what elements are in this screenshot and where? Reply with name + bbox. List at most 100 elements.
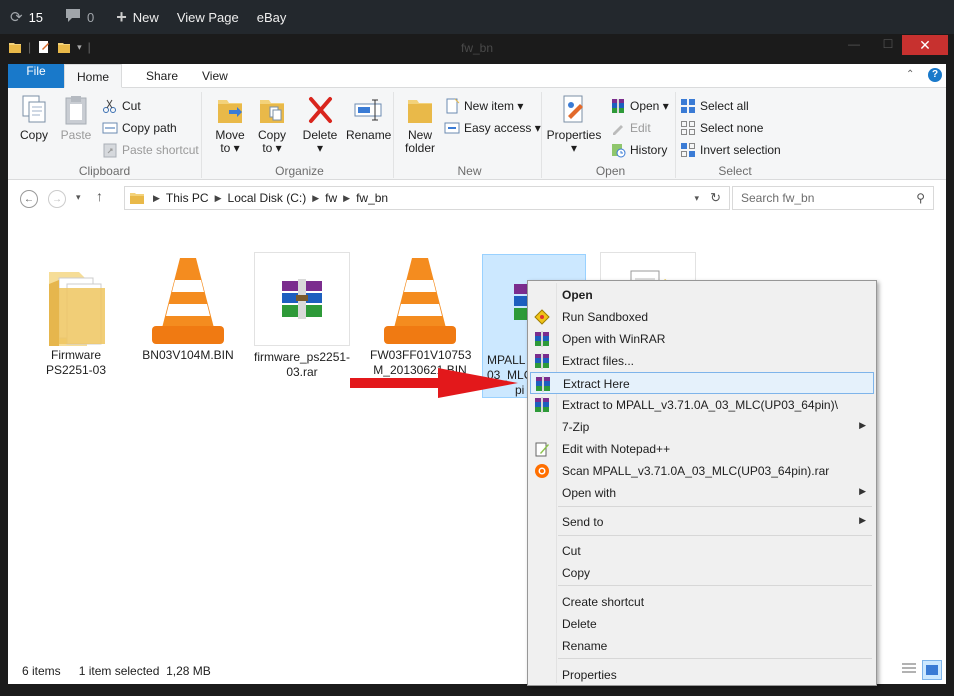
menu-item-label: Properties xyxy=(562,668,617,682)
new-group-label: New xyxy=(457,164,482,178)
menu-item-scan-mpall-v3-71-0a-03-mlc-up0[interactable]: Scan MPALL_v3.71.0A_03_MLC(UP03_64pin).r… xyxy=(530,460,874,482)
move-to-button[interactable]: Move to ▾ xyxy=(208,94,252,155)
menu-item-edit-with-notepad[interactable]: Edit with Notepad++ xyxy=(530,438,874,460)
history-button[interactable]: History xyxy=(610,140,667,160)
edit-button[interactable]: Edit xyxy=(610,118,651,138)
notepadpp-icon xyxy=(534,441,550,457)
menu-item-run-sandboxed[interactable]: Run Sandboxed xyxy=(530,306,874,328)
admin-bar: ⟳ 15 0 + New View Page eBay xyxy=(0,0,954,34)
menu-item-extract-files[interactable]: Extract files... xyxy=(530,350,874,372)
menu-item-label: Send to xyxy=(562,515,604,529)
delete-button[interactable]: Delete ▾ xyxy=(298,94,342,155)
cut-button[interactable]: Cut xyxy=(102,96,141,116)
file-name: Firmware xyxy=(51,348,101,362)
menu-item-create-shortcut[interactable]: Create shortcut xyxy=(530,591,874,613)
file-item[interactable]: firmware_ps2251- 03.rar xyxy=(254,252,350,382)
tab-file[interactable]: File xyxy=(8,64,64,88)
paste-shortcut-button[interactable]: Paste shortcut xyxy=(102,140,199,160)
submenu-arrow-icon: ▶ xyxy=(859,420,866,430)
new-folder-icon xyxy=(408,100,432,123)
winrar-icon xyxy=(535,376,551,392)
properties-icon xyxy=(563,95,583,123)
maximize-button[interactable]: ☐ xyxy=(876,34,900,54)
breadcrumb-this-pc[interactable]: This PC xyxy=(166,191,209,205)
chevron-right-icon[interactable]: ▶ xyxy=(153,193,160,204)
forward-button[interactable]: → xyxy=(48,190,66,208)
menu-item-rename[interactable]: Rename xyxy=(530,635,874,657)
updates-button[interactable]: ⟳ 15 xyxy=(10,8,43,26)
menu-item-delete[interactable]: Delete xyxy=(530,613,874,635)
up-button[interactable]: ↑ xyxy=(96,188,103,204)
menu-item-properties[interactable]: Properties xyxy=(530,664,874,686)
breadcrumb-local-disk[interactable]: Local Disk (C:) xyxy=(228,191,307,205)
folder-icon xyxy=(49,272,105,346)
vlc-icon xyxy=(384,258,456,344)
new-content-button[interactable]: + New xyxy=(116,7,159,28)
recent-locations-icon[interactable]: ▾ xyxy=(76,192,81,203)
help-icon[interactable]: ? xyxy=(928,68,942,82)
view-page-label: View Page xyxy=(176,9,239,25)
copy-path-button[interactable]: Copy path xyxy=(102,118,177,138)
breadcrumb-fw-bn[interactable]: fw_bn xyxy=(356,191,388,205)
easy-access-button[interactable]: Easy access ▾ xyxy=(444,118,541,138)
menu-item-label: Run Sandboxed xyxy=(562,310,649,324)
view-page-link[interactable]: View Page xyxy=(177,10,239,25)
file-item[interactable]: Firmware PS2251-03 xyxy=(28,252,124,382)
tab-view[interactable]: View xyxy=(192,64,238,88)
status-bar: 6 items 1 item selected 1,28 MB xyxy=(22,664,211,678)
rename-button[interactable]: Rename xyxy=(346,94,391,142)
address-bar[interactable]: ▶ This PC ▶ Local Disk (C:) ▶ fw ▶ fw_bn… xyxy=(124,186,730,210)
menu-item-cut[interactable]: Cut xyxy=(530,540,874,562)
menu-item-extract-here[interactable]: Extract Here xyxy=(530,372,874,394)
open-button[interactable]: Open ▾ xyxy=(610,96,669,116)
chevron-right-icon[interactable]: ▶ xyxy=(312,193,319,204)
paste-button[interactable]: Paste xyxy=(54,94,98,142)
menu-item-7-zip[interactable]: 7-Zip ▶ xyxy=(530,416,874,438)
search-input[interactable]: Search fw_bn ⚲ xyxy=(732,186,934,210)
minimize-button[interactable]: — xyxy=(842,34,866,54)
plus-icon: + xyxy=(116,6,127,27)
copy-to-button[interactable]: Copy to ▾ xyxy=(250,94,294,155)
details-view-icon[interactable] xyxy=(900,660,918,678)
back-button[interactable]: ← xyxy=(20,190,38,208)
breadcrumb-fw[interactable]: fw xyxy=(325,191,337,205)
chevron-right-icon[interactable]: ▶ xyxy=(343,193,350,204)
properties-button[interactable]: Properties ▾ xyxy=(546,94,602,155)
window-title: fw_bn xyxy=(460,41,494,55)
new-folder-label-2: folder xyxy=(404,141,436,155)
select-all-button[interactable]: Select all xyxy=(680,96,749,116)
vlc-icon xyxy=(152,258,224,344)
menu-item-label: Scan MPALL_v3.71.0A_03_MLC(UP03_64pin).r… xyxy=(562,464,830,478)
organize-group-label: Organize xyxy=(275,164,324,178)
ribbon-collapse-icon[interactable]: ⌃ xyxy=(906,69,914,80)
search-icon: ⚲ xyxy=(916,191,925,205)
menu-item-copy[interactable]: Copy xyxy=(530,562,874,584)
large-icons-view-icon[interactable] xyxy=(922,660,942,680)
file-name-2: 03.rar xyxy=(286,365,318,379)
copy-button[interactable]: Copy xyxy=(12,94,56,142)
menu-item-label: Extract to MPALL_v3.71.0A_03_MLC(UP03_64… xyxy=(562,398,838,412)
new-folder-button[interactable]: New folder xyxy=(398,94,442,155)
chevron-right-icon[interactable]: ▶ xyxy=(215,193,222,204)
comment-icon xyxy=(65,8,81,27)
menu-item-send-to[interactable]: Send to ▶ xyxy=(530,511,874,533)
file-item[interactable]: BN03V104M.BIN xyxy=(140,252,236,382)
refresh-icon[interactable]: ↻ xyxy=(710,190,721,206)
winrar-icon xyxy=(612,99,624,113)
tab-share[interactable]: Share xyxy=(136,64,188,88)
menu-item-open-with-winrar[interactable]: Open with WinRAR xyxy=(530,328,874,350)
select-none-button[interactable]: Select none xyxy=(680,118,763,138)
comments-button[interactable]: 0 xyxy=(65,8,94,27)
menu-item-open[interactable]: Open xyxy=(530,284,874,306)
tab-home[interactable]: Home xyxy=(64,64,123,88)
new-item-button[interactable]: New item ▾ xyxy=(444,96,523,116)
file-item[interactable]: FW03FF01V10753 M_20130621.BIN xyxy=(370,252,471,382)
menu-item-open-with[interactable]: Open with ▶ xyxy=(530,482,874,504)
close-button[interactable]: ✕ xyxy=(902,35,948,55)
clipboard-group: Copy Paste Cut Copy path Paste shortcut xyxy=(8,92,202,178)
invert-selection-button[interactable]: Invert selection xyxy=(680,140,781,160)
menu-item-extract-to-mpall-v3-71-0a-03-m[interactable]: Extract to MPALL_v3.71.0A_03_MLC(UP03_64… xyxy=(530,394,874,416)
menu-item-label: Extract files... xyxy=(562,354,635,368)
address-dropdown-icon[interactable]: ▾ xyxy=(694,193,699,204)
ebay-link[interactable]: eBay xyxy=(257,10,287,25)
